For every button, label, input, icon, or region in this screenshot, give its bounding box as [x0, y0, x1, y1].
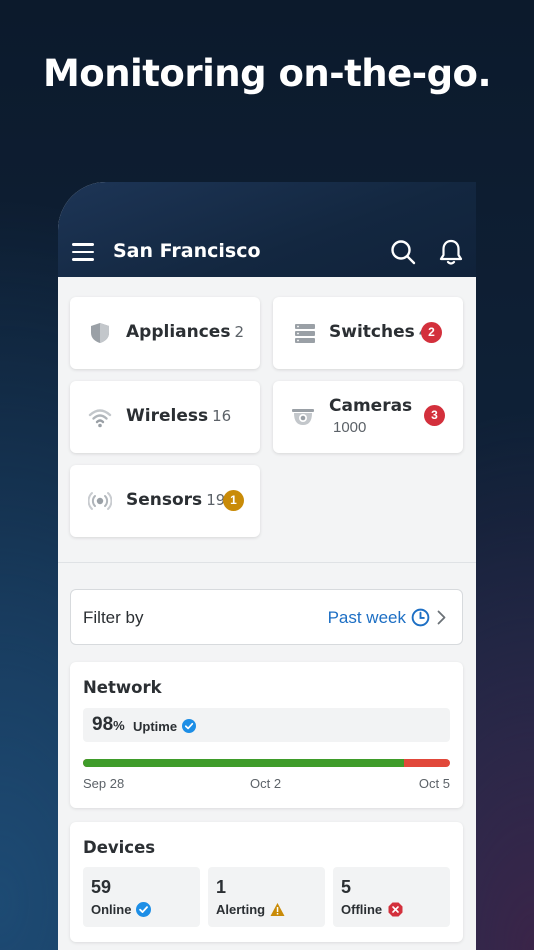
headline: Monitoring on-the-go. — [42, 52, 492, 95]
axis-label-start: Sep 28 — [83, 776, 125, 791]
switch-stack-icon — [295, 324, 315, 343]
phone-screen: San Francisco Appliances2 Switches4 2 — [58, 182, 476, 950]
tile-wireless[interactable]: Wireless 16 — [70, 381, 260, 453]
card-title: Network — [83, 678, 162, 697]
uptime-label: Uptime — [133, 719, 178, 734]
app-bar: San Francisco — [58, 182, 476, 277]
axis-label-mid: Oct 2 — [250, 776, 282, 791]
filter-bar[interactable]: Filter by Past week — [70, 589, 463, 645]
card-title: Devices — [83, 838, 156, 857]
wifi-icon — [88, 409, 112, 428]
alert-badge: 1 — [223, 490, 244, 511]
tile-label: Appliances 2 — [126, 322, 244, 342]
uptime-value: 98% — [92, 714, 125, 735]
device-count: 59 — [91, 877, 112, 897]
shield-icon — [91, 323, 109, 343]
sensor-icon — [88, 492, 112, 510]
alert-badge: 3 — [424, 405, 445, 426]
devices-offline[interactable]: 5 Offline — [333, 867, 450, 927]
camera-icon — [292, 409, 314, 425]
tile-switches[interactable]: Switches4 2 — [273, 297, 463, 369]
devices-card[interactable]: Devices 59 Online 1 Alerting 5 Offline — [70, 822, 463, 942]
device-count: 1 — [216, 877, 227, 897]
tile-label: Cameras — [329, 396, 413, 416]
chevron-right-icon[interactable] — [437, 610, 446, 625]
tile-sensors[interactable]: Sensors 19 1 — [70, 465, 260, 537]
menu-icon[interactable] — [72, 243, 94, 261]
alert-badge: 2 — [421, 322, 442, 343]
search-icon[interactable] — [390, 239, 416, 265]
axis-label-end: Oct 5 — [418, 776, 450, 791]
uptime-bar-ok — [83, 759, 405, 767]
section-divider — [58, 562, 476, 563]
devices-alerting[interactable]: 1 Alerting — [208, 867, 325, 927]
filter-label: Filter by — [83, 608, 144, 627]
tile-count: 2 — [234, 323, 244, 341]
tile-count: 1000 — [333, 419, 367, 436]
uptime-bar — [83, 759, 450, 767]
warning-icon — [270, 903, 285, 916]
check-circle-icon — [182, 719, 196, 733]
tile-appliances[interactable]: Appliances 2 — [70, 297, 260, 369]
tile-cameras[interactable]: Cameras 1000 3 — [273, 381, 463, 453]
device-label: Online — [91, 902, 132, 917]
network-title[interactable]: San Francisco — [113, 240, 261, 262]
filter-value[interactable]: Past week — [328, 608, 406, 628]
network-card[interactable]: Network 98% Uptime Sep 28 Oct 2 Oct 5 — [70, 662, 463, 808]
device-label: Alerting — [216, 902, 266, 917]
tile-label: Switches4 — [329, 322, 428, 342]
tile-label: Sensors 19 — [126, 490, 226, 510]
device-label: Offline — [341, 902, 383, 917]
tile-count: 16 — [212, 407, 232, 425]
device-count: 5 — [341, 877, 352, 897]
clock-icon — [411, 608, 430, 627]
uptime-box: 98% Uptime — [83, 708, 450, 742]
devices-online[interactable]: 59 Online — [83, 867, 200, 927]
check-circle-icon — [136, 902, 151, 917]
offline-icon — [388, 902, 403, 917]
tile-label: Wireless 16 — [126, 406, 232, 426]
bell-icon[interactable] — [438, 238, 464, 266]
